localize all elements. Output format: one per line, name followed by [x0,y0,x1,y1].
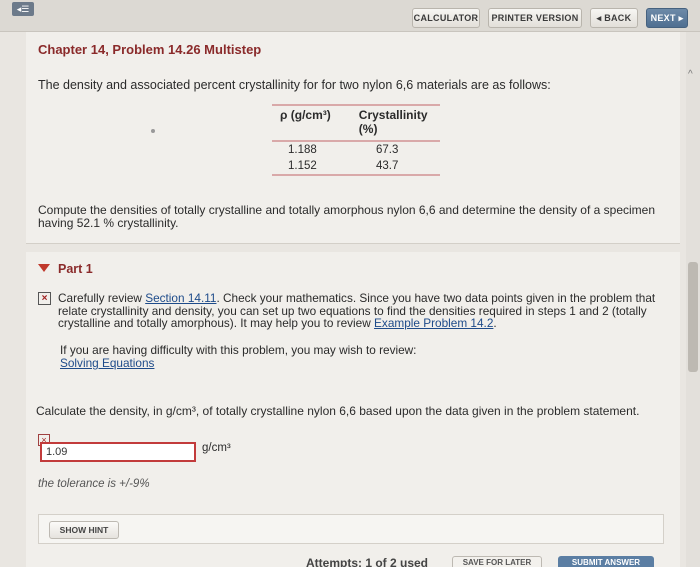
example-problem-link[interactable]: Example Problem 14.2 [374,316,493,330]
solving-equations-link[interactable]: Solving Equations [60,356,154,370]
review-block: If you are having difficulty with this p… [60,344,416,370]
answer-input[interactable] [40,442,196,462]
calculator-button[interactable]: CALCULATOR [412,8,480,28]
table-header-row: ρ (g/cm³) Crystallinity (%) [272,106,440,142]
table-header-crystallinity: Crystallinity (%) [358,108,428,136]
part-panel: Part 1 × Carefully review Section 14.11.… [26,252,680,567]
tolerance-text: the tolerance is +/-9% [38,478,150,490]
save-for-later-button[interactable]: SAVE FOR LATER [452,556,542,567]
feedback-text: Carefully review Section 14.11. Check yo… [38,292,668,330]
scrollbar-thumb[interactable] [688,262,698,372]
table-cell: 1.152 [288,160,317,172]
submit-answer-button[interactable]: SUBMIT ANSWER [558,556,654,567]
menu-icon[interactable]: ◂☰ [12,2,34,16]
incorrect-x-icon: × [38,292,51,305]
table-row: 1.152 43.7 [272,158,440,174]
table-cell: 43.7 [376,160,399,172]
hint-bar: SHOW HINT [38,514,664,544]
collapse-caret-icon[interactable] [38,264,50,272]
part-title[interactable]: Part 1 [58,262,93,276]
attempts-counter: Attempts: 1 of 2 used [306,556,429,567]
table-header-density: ρ (g/cm³) [280,108,331,122]
table-cell: 67.3 [376,144,399,156]
data-table: ρ (g/cm³) Crystallinity (%) 1.188 67.3 1… [272,104,440,176]
back-button[interactable]: ◂ BACK [590,8,638,28]
table-cell: 1.188 [288,144,317,156]
table-row: 1.188 67.3 [272,142,440,158]
chevron-up-icon[interactable]: ^ [688,70,698,80]
feedback-text-post: . [493,316,497,330]
bullet-dot [151,129,155,133]
show-hint-button[interactable]: SHOW HINT [49,521,119,539]
problem-title: Chapter 14, Problem 14.26 Multistep [38,42,262,57]
top-toolbar: ◂☰ CALCULATOR PRINTER VERSION ◂ BACK NEX… [0,0,700,32]
printer-version-button[interactable]: PRINTER VERSION [488,8,582,28]
page-scrollbar[interactable]: ^ [686,32,700,567]
problem-panel: Chapter 14, Problem 14.26 Multistep The … [26,32,680,244]
question-text: Calculate the density, in g/cm³, of tota… [36,404,640,418]
problem-intro: The density and associated percent cryst… [38,78,551,92]
feedback-message: × Carefully review Section 14.11. Check … [38,292,668,330]
compute-instructions: Compute the densities of totally crystal… [38,203,656,230]
next-button[interactable]: NEXT ▸ [646,8,688,28]
answer-unit: g/cm³ [202,442,231,454]
